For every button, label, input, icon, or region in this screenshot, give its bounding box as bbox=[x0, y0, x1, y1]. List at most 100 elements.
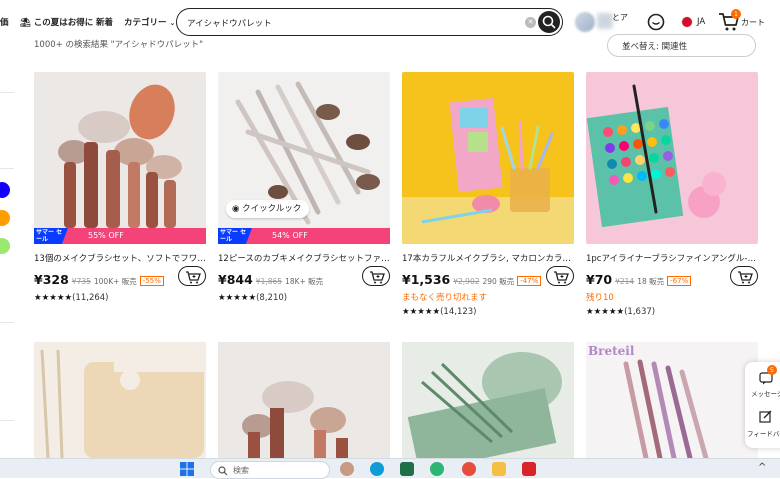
cart-plus-icon bbox=[370, 271, 385, 284]
product-price: ¥70 bbox=[586, 272, 613, 287]
product-image[interactable] bbox=[34, 72, 206, 244]
product-image[interactable] bbox=[586, 342, 758, 458]
chat-icon[interactable] bbox=[646, 12, 666, 32]
original-price: ¥1,865 bbox=[255, 277, 283, 286]
sold-count: 100K+ 販売 bbox=[93, 277, 137, 286]
feedback-label[interactable]: フィードバック bbox=[747, 428, 780, 438]
taskbar-search-placeholder: 検索 bbox=[233, 466, 249, 475]
color-filter-green[interactable] bbox=[0, 238, 10, 254]
search-box: ✕ bbox=[176, 8, 563, 36]
cart-label[interactable]: カート bbox=[741, 17, 765, 28]
nav-category-label: カテゴリー bbox=[124, 18, 167, 28]
edge-icon[interactable] bbox=[430, 462, 444, 476]
cart-plus-icon bbox=[738, 271, 753, 284]
product-image[interactable] bbox=[586, 72, 758, 244]
original-price: ¥2,902 bbox=[453, 277, 480, 286]
product-card[interactable]: Breteil bbox=[586, 342, 758, 458]
sidebar-divider bbox=[0, 92, 14, 93]
product-image[interactable] bbox=[218, 72, 390, 244]
taskbar: 検索 ^ bbox=[0, 458, 780, 479]
search-button[interactable] bbox=[538, 11, 560, 33]
discount-badge: -67% bbox=[667, 276, 692, 286]
edit-icon bbox=[759, 410, 772, 423]
summer-sale-tag: サマー セール bbox=[34, 228, 68, 244]
nav-category[interactable]: カテゴリー ⌄ bbox=[124, 16, 175, 28]
promo-banner: サマー セール 54% OFF bbox=[218, 228, 390, 244]
sidebar-divider bbox=[0, 322, 14, 323]
product-card[interactable] bbox=[402, 342, 574, 458]
review-count: (11,264) bbox=[72, 293, 109, 303]
review-count: (14,123) bbox=[440, 307, 477, 317]
excel-icon[interactable] bbox=[400, 462, 414, 476]
clear-search-icon[interactable]: ✕ bbox=[525, 17, 536, 28]
windows-start-icon[interactable] bbox=[180, 462, 194, 476]
search-input[interactable] bbox=[187, 15, 507, 30]
japan-flag-icon[interactable] bbox=[681, 16, 693, 28]
product-image[interactable] bbox=[218, 342, 390, 458]
product-title[interactable]: 13個のメイクブラシセット、ソフトでフワフワし... bbox=[34, 252, 206, 264]
product-price: ¥844 bbox=[218, 272, 253, 287]
nav-summer-deals[interactable]: ⛱ この夏はお得に bbox=[20, 16, 93, 28]
cart-plus-icon bbox=[554, 271, 569, 284]
product-price: ¥328 bbox=[34, 272, 69, 287]
nav-item-partial[interactable]: 価 bbox=[0, 16, 9, 28]
rating-stars: ★★★★★ bbox=[586, 307, 625, 317]
add-to-cart-button[interactable] bbox=[362, 266, 390, 286]
message-label[interactable]: メッセージ bbox=[751, 388, 780, 398]
promo-banner: サマー セール 55% OFF bbox=[34, 228, 206, 244]
rating-stars: ★★★★★ bbox=[34, 293, 73, 303]
product-image[interactable] bbox=[402, 342, 574, 458]
nav-new[interactable]: 新着 bbox=[96, 16, 113, 28]
product-card[interactable] bbox=[218, 342, 390, 458]
rating-stars: ★★★★★ bbox=[402, 307, 441, 317]
avatar[interactable] bbox=[575, 12, 595, 32]
color-filter-blue[interactable] bbox=[0, 182, 10, 198]
product-title[interactable]: 1pcアイライナーブラシファインアングル-PRO... bbox=[586, 252, 758, 264]
rating-stars: ★★★★★ bbox=[218, 293, 257, 303]
eye-icon: ◉ bbox=[232, 204, 240, 214]
rating: ★★★★★(11,264) bbox=[34, 293, 108, 303]
product-image[interactable] bbox=[402, 72, 574, 244]
sidebar-divider bbox=[0, 420, 14, 421]
quick-look-label: クイックルック bbox=[242, 204, 302, 214]
chevron-up-icon[interactable]: ^ bbox=[758, 462, 766, 473]
message-badge: 5 bbox=[767, 365, 777, 375]
rating: ★★★★★(1,637) bbox=[586, 307, 655, 317]
chrome-icon[interactable] bbox=[462, 462, 476, 476]
rating: ★★★★★(8,210) bbox=[218, 293, 287, 303]
sort-select[interactable]: 並べ替え: 関連性 ⌄ bbox=[607, 34, 756, 57]
language-selector[interactable]: JA bbox=[697, 17, 705, 27]
review-count: (8,210) bbox=[256, 293, 288, 303]
account-text[interactable]: とア bbox=[612, 12, 628, 23]
sold-count: 18K+ 販売 bbox=[285, 277, 324, 286]
sold-count: 18 販売 bbox=[637, 277, 665, 286]
nav-summer-deals-label: この夏はお得に bbox=[33, 18, 94, 28]
discount-badge: -47% bbox=[517, 276, 542, 286]
product-card[interactable] bbox=[34, 342, 206, 458]
results-count: 1000+ の検索結果 "アイシャドウパレット" bbox=[34, 40, 204, 50]
promo-discount: 54% OFF bbox=[272, 231, 308, 240]
app-icon-red[interactable] bbox=[522, 462, 536, 476]
add-to-cart-button[interactable] bbox=[178, 266, 206, 286]
sidebar-divider bbox=[0, 168, 14, 169]
add-to-cart-button[interactable] bbox=[730, 266, 758, 286]
stock-warning: 残り10 bbox=[586, 293, 614, 303]
product-title[interactable]: 17本カラフルメイクブラシ, マカロンカラーシリ... bbox=[402, 252, 574, 264]
app-icon-browser[interactable] bbox=[340, 462, 354, 476]
skype-icon[interactable] bbox=[370, 462, 384, 476]
cart-plus-icon bbox=[186, 271, 201, 284]
search-icon bbox=[542, 15, 556, 29]
floating-panel: 5 メッセージ フィードバック bbox=[745, 362, 780, 448]
taskbar-search[interactable]: 検索 bbox=[210, 461, 330, 479]
account-name-blurred[interactable] bbox=[597, 13, 613, 29]
product-image[interactable] bbox=[34, 342, 206, 458]
rating: ★★★★★(14,123) bbox=[402, 307, 476, 317]
quick-look-button[interactable]: ◉ クイックルック bbox=[226, 200, 310, 218]
add-to-cart-button[interactable] bbox=[546, 266, 574, 286]
product-title[interactable]: 12ピースのカブキメイクブラシセットファンデー... bbox=[218, 252, 390, 264]
color-filter-orange[interactable] bbox=[0, 210, 10, 226]
review-count: (1,637) bbox=[624, 307, 656, 317]
feedback-button[interactable] bbox=[759, 408, 772, 427]
chevron-down-icon: ⌄ bbox=[169, 19, 176, 27]
file-explorer-icon[interactable] bbox=[492, 462, 506, 476]
